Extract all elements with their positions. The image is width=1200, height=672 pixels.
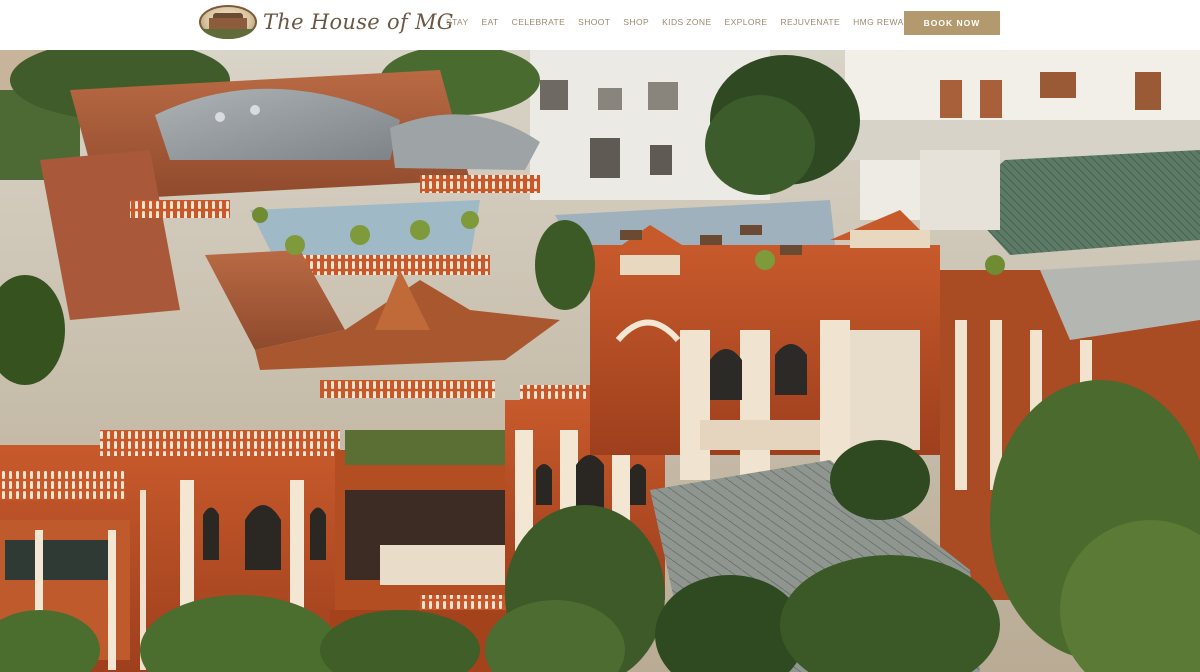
heritage-building-photo-icon [0, 50, 1200, 672]
nav-item-eat[interactable]: EAT [482, 17, 499, 27]
nav-item-celebrate[interactable]: CELEBRATE [512, 17, 566, 27]
nav-item-stay[interactable]: STAY [446, 17, 469, 27]
logo-text: The House of MG [263, 10, 454, 34]
logo-emblem-icon [199, 5, 257, 39]
nav-item-shop[interactable]: SHOP [623, 17, 649, 27]
nav-item-rejuvenate[interactable]: REJUVENATE [781, 17, 841, 27]
site-header: The House of MG STAY EAT CELEBRATE SHOOT… [0, 0, 1200, 50]
site-logo[interactable]: The House of MG [199, 5, 454, 41]
main-nav: STAY EAT CELEBRATE SHOOT SHOP KIDS ZONE … [446, 0, 936, 44]
nav-item-explore[interactable]: EXPLORE [725, 17, 768, 27]
nav-item-kids-zone[interactable]: KIDS ZONE [662, 17, 711, 27]
nav-item-shoot[interactable]: SHOOT [578, 17, 610, 27]
book-now-button[interactable]: BOOK NOW [904, 11, 1000, 35]
hero-image [0, 50, 1200, 672]
